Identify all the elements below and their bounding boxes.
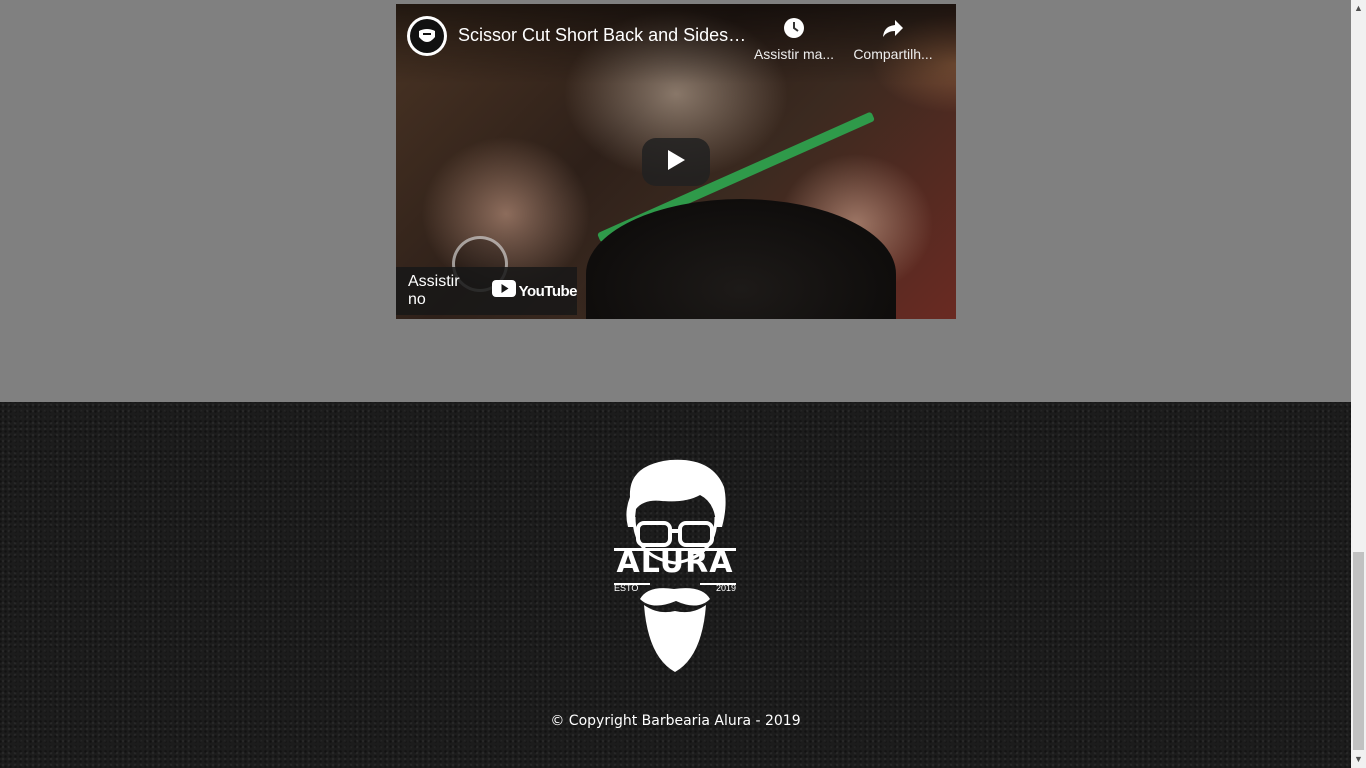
scroll-down-arrow-icon[interactable]: ▼ — [1351, 751, 1366, 768]
footer: ALURA ESTO 2019 © Copyright Barbearia Al… — [0, 402, 1351, 768]
scrollbar-thumb[interactable] — [1353, 552, 1364, 750]
logo-brand-text: ALURA — [616, 545, 734, 580]
watch-later-label: Assistir ma... — [753, 46, 835, 62]
logo-year-text: 2019 — [716, 583, 737, 593]
watch-later-button[interactable]: Assistir ma... — [749, 16, 839, 62]
copyright-text: © Copyright Barbearia Alura - 2019 — [550, 713, 801, 729]
share-arrow-icon — [881, 16, 905, 40]
scroll-up-arrow-icon[interactable]: ▲ — [1351, 0, 1366, 17]
share-button[interactable]: Compartilh... — [848, 16, 938, 62]
vertical-scrollbar[interactable]: ▲ ▼ — [1351, 0, 1366, 768]
barbershop-logo: ALURA ESTO 2019 — [600, 457, 750, 677]
watch-on-label: Assistir no — [408, 273, 460, 308]
channel-avatar[interactable] — [407, 16, 447, 56]
page: Scissor Cut Short Back and Sides ... Ass… — [0, 0, 1351, 768]
video-section: Scissor Cut Short Back and Sides ... Ass… — [0, 0, 1351, 402]
video-title[interactable]: Scissor Cut Short Back and Sides ... — [458, 25, 748, 46]
youtube-logo: YouTube — [491, 280, 578, 302]
play-button[interactable] — [642, 138, 710, 186]
share-label: Compartilh... — [853, 46, 933, 62]
logo-esto-text: ESTO — [614, 583, 639, 593]
youtube-wordmark: YouTube — [518, 282, 578, 300]
watch-on-youtube-button[interactable]: Assistir no YouTube — [396, 267, 578, 315]
clock-icon — [782, 16, 806, 40]
youtube-logo-icon — [491, 280, 516, 302]
play-icon — [666, 149, 686, 176]
youtube-embed-player[interactable]: Scissor Cut Short Back and Sides ... Ass… — [396, 4, 956, 319]
beard-icon — [410, 19, 444, 53]
